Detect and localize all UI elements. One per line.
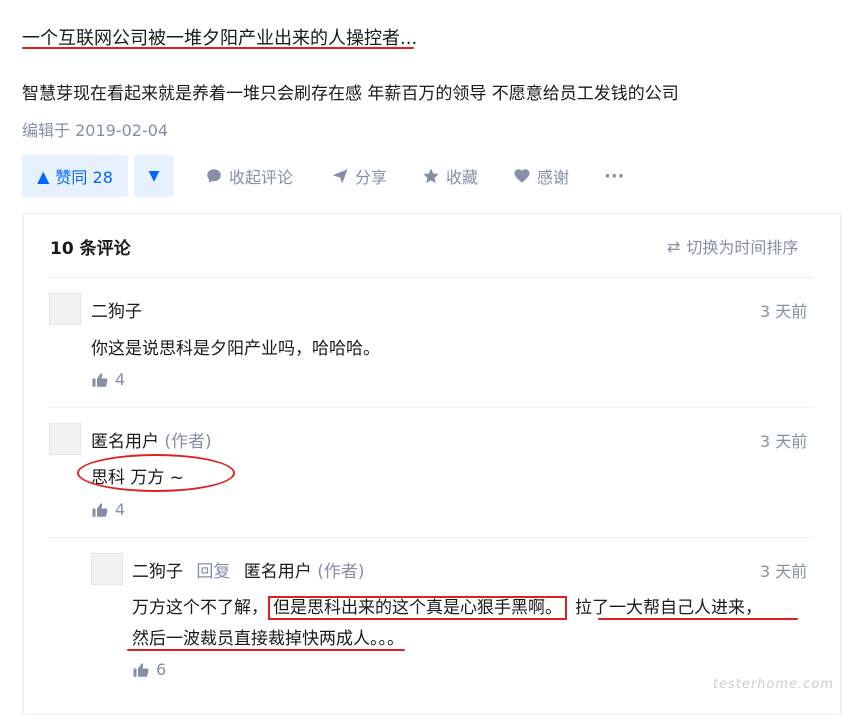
answer-body: 智慧芽现在看起来就是养着一堆只会刷存在感 年薪百万的领导 不愿意给员工发钱的公司	[22, 84, 679, 104]
annotation-underline	[22, 47, 414, 49]
comment-icon	[207, 169, 221, 183]
comment-divider	[48, 537, 814, 538]
comment-time: 3 天前	[760, 562, 808, 581]
annotation-circle	[77, 454, 235, 492]
collapse-comments-button[interactable]: 收起评论	[205, 155, 293, 197]
triangle-up-icon: ▲	[37, 166, 50, 186]
reply-to-name[interactable]: 匿名用户	[244, 562, 312, 582]
thumbs-up-icon	[92, 502, 108, 517]
comment-like-button[interactable]: 6	[132, 660, 166, 679]
favorite-label: 收藏	[446, 168, 479, 187]
annotation-underline	[598, 618, 798, 620]
share-button[interactable]: 分享	[331, 155, 387, 197]
author-tag: (作者)	[164, 432, 212, 452]
comment-text-cont: 然后一波裁员直接裁掉快两成人。。。	[132, 629, 404, 649]
annotation-box-text: 但是思科出来的这个真是心狠手黑啊。	[268, 596, 567, 620]
avatar[interactable]	[91, 553, 123, 585]
downvote-button[interactable]: ▼	[134, 155, 174, 197]
comment-like-button[interactable]: 4	[91, 370, 125, 389]
share-label: 分享	[355, 168, 388, 187]
more-button[interactable]: ···	[604, 155, 625, 197]
thanks-button[interactable]: 感谢	[513, 155, 569, 197]
favorite-button[interactable]: 收藏	[422, 155, 478, 197]
header-divider	[48, 277, 814, 278]
watermark: testerhome.com	[712, 677, 834, 692]
star-icon	[423, 168, 439, 184]
comment-time: 3 天前	[760, 432, 808, 451]
comment-count: 10 条评论	[50, 239, 131, 259]
sort-label: 切换为时间排序	[686, 238, 799, 257]
comment-author[interactable]: 二狗子	[91, 297, 142, 322]
triangle-down-icon: ▼	[148, 168, 160, 184]
comment-text: 你这是说思科是夕阳产业吗，哈哈哈。	[91, 339, 380, 359]
reply-word: 回复	[196, 562, 231, 582]
heart-icon	[514, 169, 530, 183]
thumbs-up-icon	[133, 662, 149, 677]
comment-divider	[48, 407, 814, 408]
sort-toggle[interactable]: ⇄ 切换为时间排序	[667, 234, 798, 258]
comment-like-button[interactable]: 4	[91, 500, 125, 519]
avatar[interactable]	[49, 293, 81, 325]
reply-to-tag: (作者)	[317, 562, 365, 582]
upvote-button[interactable]: ▲ 赞同 28	[22, 155, 128, 197]
collapse-comments-label: 收起评论	[229, 168, 294, 187]
avatar[interactable]	[49, 423, 81, 455]
send-icon	[332, 169, 348, 184]
thanks-label: 感谢	[537, 168, 570, 187]
like-count: 4	[115, 500, 126, 519]
annotation-underline	[127, 649, 405, 651]
author-name[interactable]: 二狗子	[132, 562, 183, 582]
comment-author: 二狗子 回复 匿名用户 (作者)	[132, 557, 364, 582]
more-icon: ···	[604, 165, 625, 187]
edited-timestamp: 编辑于 2019-02-04	[22, 121, 169, 140]
comment-text-part: 万方这个不了解，	[132, 598, 268, 618]
like-count: 6	[156, 660, 167, 679]
author-name[interactable]: 匿名用户	[91, 432, 159, 452]
comment-text: 万方这个不了解， 但是思科出来的这个真是心狠手黑啊。 拉了一大帮自己人进来，	[132, 593, 762, 620]
comment-text-part: 拉了一大帮自己人进来，	[575, 598, 762, 618]
upvote-label: 赞同 28	[55, 168, 113, 187]
thumbs-up-icon	[92, 372, 108, 387]
swap-icon: ⇄	[667, 236, 681, 256]
comment-author[interactable]: 匿名用户 (作者)	[91, 427, 212, 452]
like-count: 4	[115, 370, 126, 389]
comment-time: 3 天前	[760, 302, 808, 321]
